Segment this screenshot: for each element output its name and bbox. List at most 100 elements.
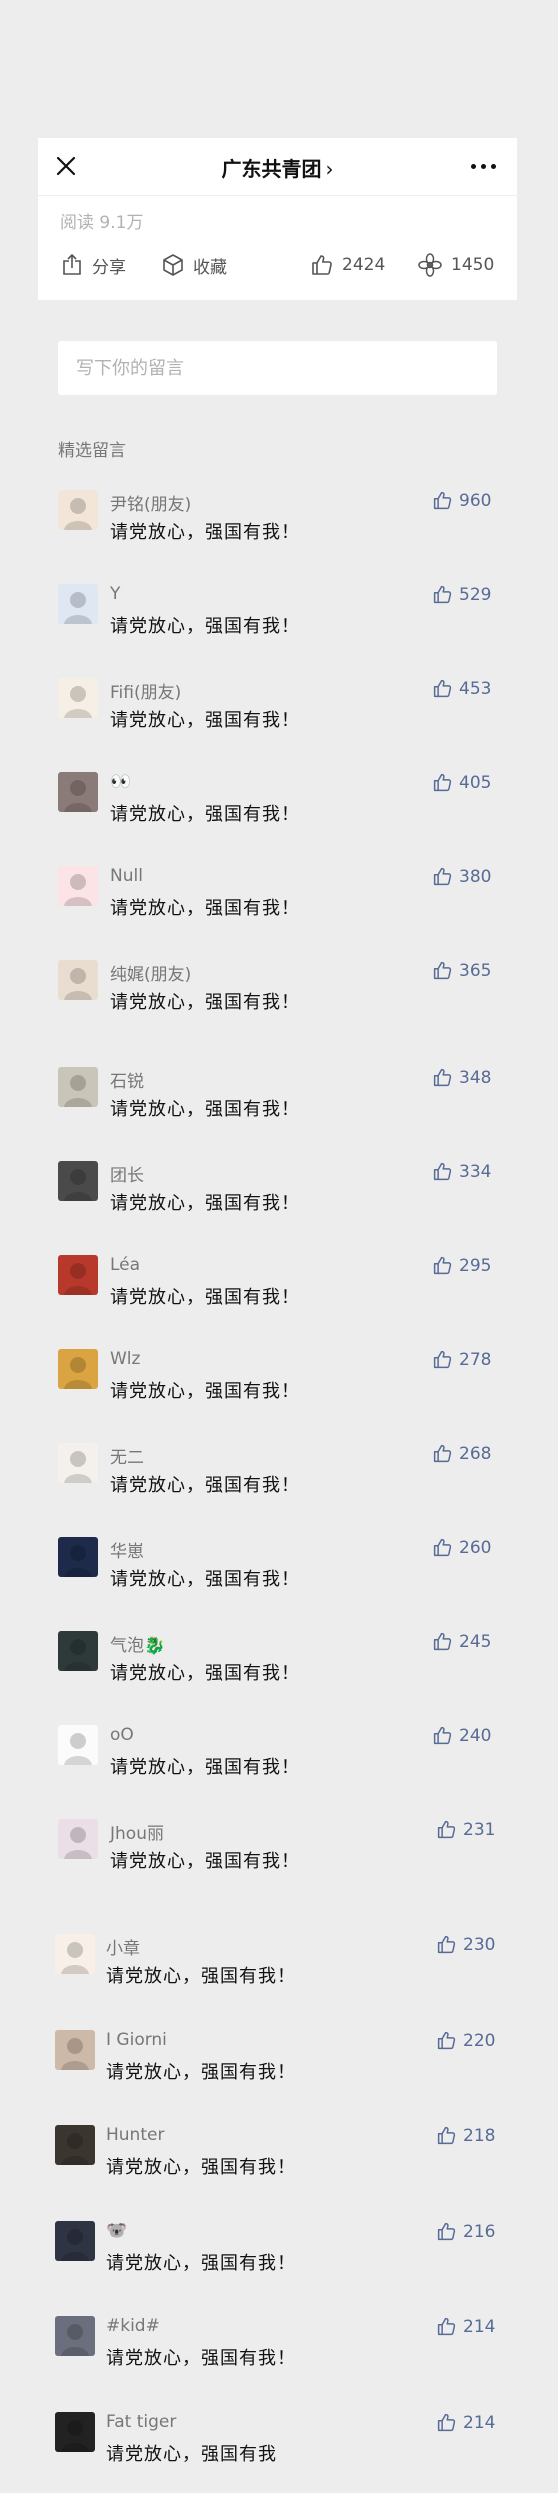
comment-input-box[interactable]: [58, 341, 497, 395]
avatar[interactable]: [58, 866, 98, 906]
comment-like-button[interactable]: 960: [432, 490, 491, 511]
avatar-image: [58, 1819, 98, 1859]
comment-author[interactable]: 华崽: [110, 1537, 144, 1562]
more-options-icon[interactable]: [471, 164, 497, 170]
avatar[interactable]: [58, 678, 98, 718]
comment-author[interactable]: oO: [110, 1725, 134, 1745]
wow-button[interactable]: 1450: [417, 252, 494, 278]
comment-author[interactable]: 🐨: [106, 2221, 127, 2241]
comment-like-button[interactable]: 334: [432, 1161, 491, 1182]
comment-author[interactable]: Léa: [110, 1255, 140, 1275]
avatar[interactable]: [55, 2412, 95, 2452]
avatar[interactable]: [58, 1725, 98, 1765]
avatar-image: [55, 2125, 95, 2165]
comment-like-button[interactable]: 218: [436, 2125, 495, 2146]
comment-author[interactable]: 尹铭(朋友): [110, 490, 191, 515]
favorite-button[interactable]: 收藏: [161, 252, 227, 278]
comment-text: 请党放心，强国有我！: [110, 1475, 300, 1496]
thumbs-up-icon: [437, 2031, 456, 2050]
comment-author[interactable]: Y: [110, 584, 120, 604]
comment-author[interactable]: Null: [110, 866, 143, 886]
comment-like-button[interactable]: 405: [432, 772, 491, 793]
comment-like-button[interactable]: 268: [432, 1443, 491, 1464]
comment-item: Null 请党放心，强国有我！ 380: [0, 866, 558, 946]
avatar[interactable]: [55, 2125, 95, 2165]
avatar[interactable]: [58, 490, 98, 530]
comment-author[interactable]: Fat tiger: [106, 2412, 176, 2432]
comment-like-count: 405: [459, 772, 492, 793]
comment-like-button[interactable]: 231: [436, 1819, 495, 1840]
comment-like-button[interactable]: 230: [436, 1934, 495, 1955]
comment-author[interactable]: 气泡🐉: [110, 1631, 165, 1656]
comment-like-button[interactable]: 220: [436, 2030, 495, 2051]
comment-author[interactable]: Wlz: [110, 1349, 140, 1369]
flower-icon: [418, 253, 442, 277]
avatar[interactable]: [58, 1819, 98, 1859]
comment-like-button[interactable]: 453: [432, 678, 491, 699]
comment-author[interactable]: 石锐: [110, 1067, 144, 1092]
account-name[interactable]: 广东共青团: [222, 157, 322, 181]
avatar[interactable]: [58, 1161, 98, 1201]
comment-like-count: 268: [459, 1443, 492, 1464]
avatar[interactable]: [55, 2221, 95, 2261]
comment-item: 华崽 请党放心，强国有我！ 260: [0, 1537, 558, 1617]
comment-input[interactable]: [58, 341, 486, 395]
comment-author[interactable]: Jhou丽: [110, 1819, 164, 1844]
like-button[interactable]: 2424: [310, 252, 385, 278]
comment-author[interactable]: 团长: [110, 1161, 144, 1186]
comment-like-button[interactable]: 245: [432, 1631, 491, 1652]
thumbs-up-icon: [437, 1935, 456, 1954]
comment-author[interactable]: #kid#: [106, 2316, 160, 2336]
avatar[interactable]: [58, 1067, 98, 1107]
avatar[interactable]: [55, 1934, 95, 1974]
avatar[interactable]: [58, 1349, 98, 1389]
comment-like-button[interactable]: 365: [432, 960, 491, 981]
share-button[interactable]: 分享: [60, 252, 126, 278]
comment-text: 请党放心，强国有我！: [106, 2348, 296, 2369]
comment-author[interactable]: 小章: [106, 1934, 140, 1959]
comment-like-button[interactable]: 295: [432, 1255, 491, 1276]
avatar[interactable]: [58, 584, 98, 624]
thumbs-up-icon: [433, 1350, 452, 1369]
avatar[interactable]: [58, 960, 98, 1000]
comment-author[interactable]: Hunter: [106, 2125, 164, 2145]
comment-author[interactable]: I Giorni: [106, 2030, 167, 2050]
comment-item: 纯娓(朋友) 请党放心，强国有我！ 365: [0, 960, 558, 1040]
comment-like-button[interactable]: 260: [432, 1537, 491, 1558]
comment-text: 请党放心，强国有我！: [110, 804, 300, 825]
comment-like-button[interactable]: 216: [436, 2221, 495, 2242]
comment-like-button[interactable]: 278: [432, 1349, 491, 1370]
comment-like-button[interactable]: 529: [432, 584, 491, 605]
avatar-image: [58, 1443, 98, 1483]
avatar-image: [58, 678, 98, 718]
comment-item: Fifi(朋友) 请党放心，强国有我！ 453: [0, 678, 558, 758]
avatar-image: [58, 1631, 98, 1671]
comment-author[interactable]: Fifi(朋友): [110, 678, 181, 703]
avatar[interactable]: [58, 1537, 98, 1577]
comment-author[interactable]: 👀: [110, 772, 131, 792]
comment-like-button[interactable]: 240: [432, 1725, 491, 1746]
comment-like-button[interactable]: 214: [436, 2412, 495, 2433]
avatar[interactable]: [55, 2030, 95, 2070]
thumbs-up-icon: [312, 255, 332, 275]
comment-like-count: 260: [459, 1537, 492, 1558]
comment-author[interactable]: 纯娓(朋友): [110, 960, 191, 985]
comment-like-button[interactable]: 214: [436, 2316, 495, 2337]
thumbs-up-icon: [433, 679, 452, 698]
avatar-image: [55, 2221, 95, 2261]
comment-text: 请党放心，强国有我！: [110, 1663, 300, 1684]
account-title[interactable]: 广东共青团 ›: [38, 153, 517, 182]
avatar[interactable]: [58, 1255, 98, 1295]
comment-author[interactable]: 无二: [110, 1443, 144, 1468]
avatar[interactable]: [58, 772, 98, 812]
avatar[interactable]: [58, 1631, 98, 1671]
avatar[interactable]: [55, 2316, 95, 2356]
avatar[interactable]: [58, 1443, 98, 1483]
read-count: 阅读 9.1万: [60, 213, 144, 233]
avatar-image: [58, 1349, 98, 1389]
comment-like-button[interactable]: 348: [432, 1067, 491, 1088]
comment-like-button[interactable]: 380: [432, 866, 491, 887]
comment-item: #kid# 请党放心，强国有我！ 214: [0, 2316, 558, 2396]
thumbs-up-icon: [433, 773, 452, 792]
comment-item: oO 请党放心，强国有我！ 240: [0, 1725, 558, 1805]
